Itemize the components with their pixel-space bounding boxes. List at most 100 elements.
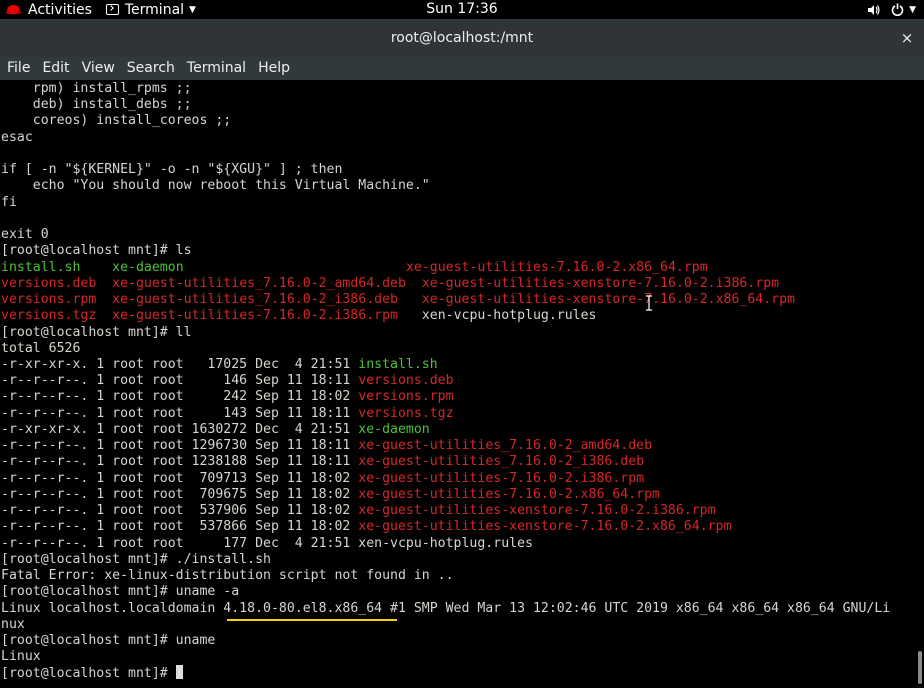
window-titlebar[interactable]: root@localhost:/mnt ×	[0, 19, 924, 57]
terminal-line: total 6526	[1, 341, 890, 357]
activities-button[interactable]: Activities	[6, 2, 92, 18]
terminal-text: coreos) install_coreos ;;	[1, 113, 232, 129]
terminal-line: -r--r--r--. 1 root root 1296730 Sep 11 1…	[1, 438, 890, 454]
menu-file[interactable]: File	[1, 57, 36, 80]
redhat-icon	[6, 5, 21, 15]
terminal-text: xe-guest-utilities_7.16.0-2_amd64.deb	[112, 275, 406, 291]
terminal-line: -r--r--r--. 1 root root 709675 Sep 11 18…	[1, 487, 890, 503]
terminal-cursor	[175, 665, 183, 680]
gnome-top-bar: Activities Terminal ▼ Sun 17:36 ▼	[0, 0, 924, 19]
close-button[interactable]: ×	[898, 29, 916, 47]
terminal-text: -r--r--r--. 1 root root 1238188 Sep 11 1…	[1, 454, 359, 470]
terminal-text: total 6526	[1, 340, 81, 356]
terminal-text: if [ -n "${KERNEL}" -o -n "${XGU}" ] ; t…	[1, 162, 343, 178]
power-icon	[891, 3, 904, 16]
terminal-text: xe-daemon	[112, 259, 184, 275]
terminal-line: [root@localhost mnt]# ls	[1, 243, 890, 259]
terminal-line: nux	[1, 617, 890, 633]
menu-terminal[interactable]: Terminal	[181, 57, 252, 80]
terminal-line: -r--r--r--. 1 root root 709713 Sep 11 18…	[1, 471, 890, 487]
terminal-icon	[105, 4, 119, 15]
terminal-line: [root@localhost mnt]#	[1, 665, 890, 681]
terminal-line: -r--r--r--. 1 root root 537906 Sep 11 18…	[1, 503, 890, 519]
terminal-text: versions.rpm	[358, 389, 454, 405]
terminal-line: -r--r--r--. 1 root root 242 Sep 11 18:02…	[1, 389, 890, 405]
terminal-line: coreos) install_coreos ;;	[1, 113, 890, 129]
terminal-text: Linux localhost.localdomain 4.18.0-80.el…	[1, 600, 891, 616]
terminal-text: versions.deb	[358, 373, 454, 389]
terminal-text: xe-guest-utilities-7.16.0-2.i386.rpm	[112, 308, 398, 324]
app-menu-button[interactable]: Terminal ▼	[105, 1, 196, 18]
menu-search[interactable]: Search	[121, 57, 181, 80]
terminal-text: Fatal Error: xe-linux-distribution scrip…	[1, 568, 454, 584]
terminal-text: xe-guest-utilities-7.16.0-2.x86_64.rpm	[358, 486, 660, 502]
terminal-lines: rpm) install_rpms ;; deb) install_debs ;…	[1, 81, 890, 682]
terminal-line: deb) install_debs ;;	[1, 97, 890, 113]
menu-view[interactable]: View	[76, 57, 121, 80]
highlight-underline	[227, 619, 397, 621]
terminal-text: versions.tgz	[358, 405, 454, 421]
speaker-icon	[868, 4, 880, 15]
terminal-text: [root@localhost mnt]# ./install.sh	[1, 551, 271, 567]
activities-label: Activities	[28, 1, 92, 18]
terminal-text: [root@localhost mnt]# uname	[1, 632, 216, 648]
terminal-text: versions.deb	[1, 275, 97, 291]
terminal-line: fi	[1, 195, 890, 211]
terminal-text: -r--r--r--. 1 root root 242 Sep 11 18:02	[1, 389, 359, 405]
terminal-text: xe-guest-utilities-7.16.0-2.i386.rpm	[358, 470, 645, 486]
terminal-text: Linux	[1, 649, 41, 665]
terminal-text: xe-guest-utilities-xenstore-7.16.0-2.i38…	[421, 275, 780, 291]
terminal-text: xe-guest-utilities-xenstore-7.16.0-2.x86…	[421, 292, 795, 308]
terminal-text: xe-guest-utilities-xenstore-7.16.0-2.x86…	[358, 519, 732, 535]
terminal-text: -r--r--r--. 1 root root 146 Sep 11 18:11	[1, 373, 359, 389]
menu-edit[interactable]: Edit	[36, 57, 75, 80]
terminal-text: xe-daemon	[358, 421, 430, 437]
terminal-line: [root@localhost mnt]# uname -a	[1, 584, 890, 600]
terminal-text: -r-xr-xr-x. 1 root root 17025 Dec 4 21:5…	[1, 356, 359, 372]
terminal-text: [root@localhost mnt]# ls	[1, 243, 192, 259]
terminal-line: install.sh xe-daemon xe-guest-utilities-…	[1, 260, 890, 276]
menu-help[interactable]: Help	[252, 57, 296, 80]
terminal-text: fi	[1, 194, 17, 210]
terminal-text: [root@localhost mnt]# uname -a	[1, 584, 240, 600]
terminal-text: -r--r--r--. 1 root root 1296730 Sep 11 1…	[1, 438, 359, 454]
terminal-text: -r--r--r--. 1 root root 537866 Sep 11 18…	[1, 519, 359, 535]
terminal-line: exit 0	[1, 227, 890, 243]
app-menu-label: Terminal	[124, 1, 185, 18]
terminal-text: [root@localhost mnt]# ll	[1, 324, 192, 340]
terminal-line: echo "You should now reboot this Virtual…	[1, 178, 890, 194]
terminal-text: install.sh	[1, 259, 81, 275]
terminal-line: [root@localhost mnt]# ll	[1, 325, 890, 341]
window-title: root@localhost:/mnt	[390, 30, 534, 46]
scrollbar-thumb[interactable]	[918, 651, 922, 684]
terminal-output[interactable]: rpm) install_rpms ;; deb) install_debs ;…	[0, 80, 924, 688]
terminal-text: echo "You should now reboot this Virtual…	[1, 178, 430, 194]
terminal-text: xe-guest-utilities_7.16.0-2_amd64.deb	[358, 438, 653, 454]
terminal-text: exit 0	[1, 227, 49, 243]
terminal-text: esac	[1, 129, 33, 145]
caret-down-icon: ▼	[909, 4, 916, 15]
terminal-line: [root@localhost mnt]# uname	[1, 633, 890, 649]
system-status-menu[interactable]: ▼	[867, 0, 916, 19]
terminal-line: versions.deb xe-guest-utilities_7.16.0-2…	[1, 276, 890, 292]
terminal-text: rpm) install_rpms ;;	[1, 81, 192, 96]
terminal-text: -r--r--r--. 1 root root 143 Sep 11 18:11	[1, 405, 359, 421]
terminal-text: versions.tgz	[1, 308, 97, 324]
terminal-text: -r--r--r--. 1 root root 537906 Sep 11 18…	[1, 503, 359, 519]
terminal-text: -r--r--r--. 1 root root 177 Dec 4 21:51 …	[1, 535, 533, 551]
text-cursor-icon	[646, 295, 652, 311]
terminal-line: -r--r--r--. 1 root root 143 Sep 11 18:11…	[1, 406, 890, 422]
terminal-text: xe-guest-utilities_7.16.0-2_i386.deb	[112, 292, 398, 308]
menu-bar: File Edit View Search Terminal Help	[0, 57, 924, 80]
terminal-line: Linux	[1, 649, 890, 665]
terminal-text: xe-guest-utilities-xenstore-7.16.0-2.i38…	[358, 503, 716, 519]
terminal-text: xe-guest-utilities-7.16.0-2.x86_64.rpm	[405, 259, 708, 275]
terminal-text: -r--r--r--. 1 root root 709713 Sep 11 18…	[1, 470, 359, 486]
